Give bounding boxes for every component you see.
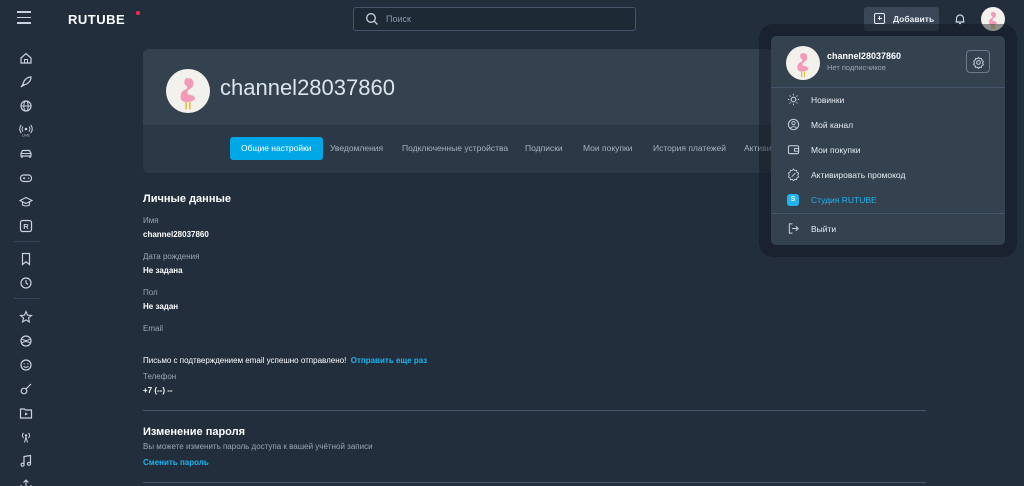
bookmark-icon[interactable]: [19, 252, 33, 266]
tab-my-purchases[interactable]: Мои покупки: [583, 137, 632, 160]
avatar[interactable]: [786, 46, 820, 80]
user-circle-icon: [787, 118, 800, 131]
divider: [143, 410, 926, 411]
flamingo-icon: [797, 53, 809, 78]
logo[interactable]: RUTUBE: [68, 12, 125, 27]
avatar[interactable]: [166, 69, 210, 113]
history-icon[interactable]: [19, 276, 33, 290]
live-icon[interactable]: LIVE: [19, 123, 33, 137]
gamepad-icon[interactable]: [19, 171, 33, 185]
star-icon[interactable]: [19, 310, 33, 324]
dropdown-divider: [771, 213, 1005, 214]
sidebar-divider: [14, 298, 40, 299]
email-label: Email: [143, 324, 164, 333]
planet-icon[interactable]: [19, 334, 33, 348]
menu-item-label: Мои покупки: [811, 145, 861, 155]
add-button[interactable]: Добавить: [864, 7, 939, 31]
search-icon[interactable]: [365, 12, 379, 26]
wallet-icon: [787, 145, 800, 155]
name-label: Имя: [143, 216, 159, 225]
tab-general-settings[interactable]: Общие настройки: [230, 137, 323, 160]
menu-item-label: Студия RUTUBE: [811, 195, 877, 205]
top-bar: RUTUBE Добавить: [0, 0, 1024, 38]
menu-item-activate-promo[interactable]: Активировать промокод: [771, 164, 1005, 186]
change-password-link[interactable]: Сменить пароль: [143, 458, 209, 467]
resend-email-link[interactable]: Отправить еще раз: [351, 356, 427, 365]
menu-item-label: Мой канал: [811, 120, 854, 130]
car-icon[interactable]: [19, 147, 33, 161]
menu-item-label: Выйти: [811, 224, 837, 234]
r-badge-icon[interactable]: R: [19, 219, 33, 233]
globe-icon[interactable]: [19, 99, 33, 113]
logout-icon: [788, 223, 799, 234]
tab-notifications[interactable]: Уведомления: [330, 137, 383, 160]
tab-payment-history[interactable]: История платежей: [653, 137, 726, 160]
menu-item-label: Новинки: [811, 95, 845, 105]
gender-value[interactable]: Не задан: [143, 302, 178, 311]
avatar[interactable]: [981, 7, 1005, 31]
menu-item-my-channel[interactable]: Мой канал: [771, 114, 1005, 136]
menu-item-my-purchases[interactable]: Мои покупки: [771, 139, 1005, 161]
studio-icon: S: [787, 194, 799, 206]
dropdown-subscribers: Нет подписчиков: [827, 63, 886, 72]
gear-icon: [972, 56, 985, 69]
email-status: Письмо с подтверждением email успешно от…: [143, 350, 427, 368]
divider: [143, 482, 926, 483]
phone-value[interactable]: +7 (--) --: [143, 386, 173, 395]
logo-dot: [136, 11, 140, 15]
menu-item-studio[interactable]: S Студия RUTUBE: [771, 189, 1005, 211]
email-note: Письмо с подтверждением email успешно от…: [143, 356, 347, 365]
home-icon[interactable]: [19, 51, 33, 65]
sidebar: LIVE R: [0, 38, 54, 486]
dropdown-channel-name[interactable]: channel28037860: [827, 51, 901, 61]
flamingo-icon: [989, 12, 997, 29]
plus-square-icon: [874, 13, 885, 24]
svg-text:LIVE: LIVE: [22, 134, 30, 138]
birth-value[interactable]: Не задана: [143, 266, 183, 275]
guitar-icon[interactable]: [19, 382, 33, 396]
gender-label: Пол: [143, 288, 158, 297]
tab-activate[interactable]: Активи: [744, 137, 771, 160]
sun-icon: [787, 93, 800, 106]
name-value[interactable]: channel28037860: [143, 230, 209, 239]
dropdown-divider: [771, 87, 1005, 88]
education-icon[interactable]: [19, 195, 33, 209]
search-box: [353, 7, 636, 31]
tab-subscriptions[interactable]: Подписки: [525, 137, 563, 160]
music-icon[interactable]: [19, 454, 33, 468]
settings-button[interactable]: [966, 50, 990, 73]
account-dropdown: channel28037860 Нет подписчиков Новинки …: [771, 36, 1005, 245]
menu-item-logout[interactable]: Выйти: [771, 218, 1005, 240]
menu-icon[interactable]: [17, 11, 31, 27]
rocket-icon[interactable]: [19, 75, 33, 89]
section-title-personal: Личные данные: [143, 193, 231, 205]
add-button-label: Добавить: [893, 14, 935, 24]
share-icon[interactable]: [19, 478, 33, 486]
password-description: Вы можете изменить пароль доступа к ваше…: [143, 442, 373, 451]
broadcast-icon[interactable]: [19, 430, 33, 444]
tab-connected-devices[interactable]: Подключенные устройства: [402, 137, 508, 160]
flamingo-icon: [180, 78, 196, 110]
section-title-password: Изменение пароля: [143, 426, 246, 438]
smile-icon[interactable]: [19, 358, 33, 372]
phone-label: Телефон: [143, 372, 177, 381]
search-input[interactable]: [386, 11, 626, 27]
promo-icon: [787, 168, 800, 181]
menu-item-label: Активировать промокод: [811, 170, 906, 180]
video-folder-icon[interactable]: [19, 406, 33, 420]
birth-label: Дата рождения: [143, 252, 200, 261]
bell-icon[interactable]: [953, 12, 967, 26]
menu-item-new[interactable]: Новинки: [771, 89, 1005, 111]
page-title: channel28037860: [220, 75, 395, 100]
sidebar-divider: [14, 241, 40, 242]
svg-text:R: R: [23, 222, 29, 231]
